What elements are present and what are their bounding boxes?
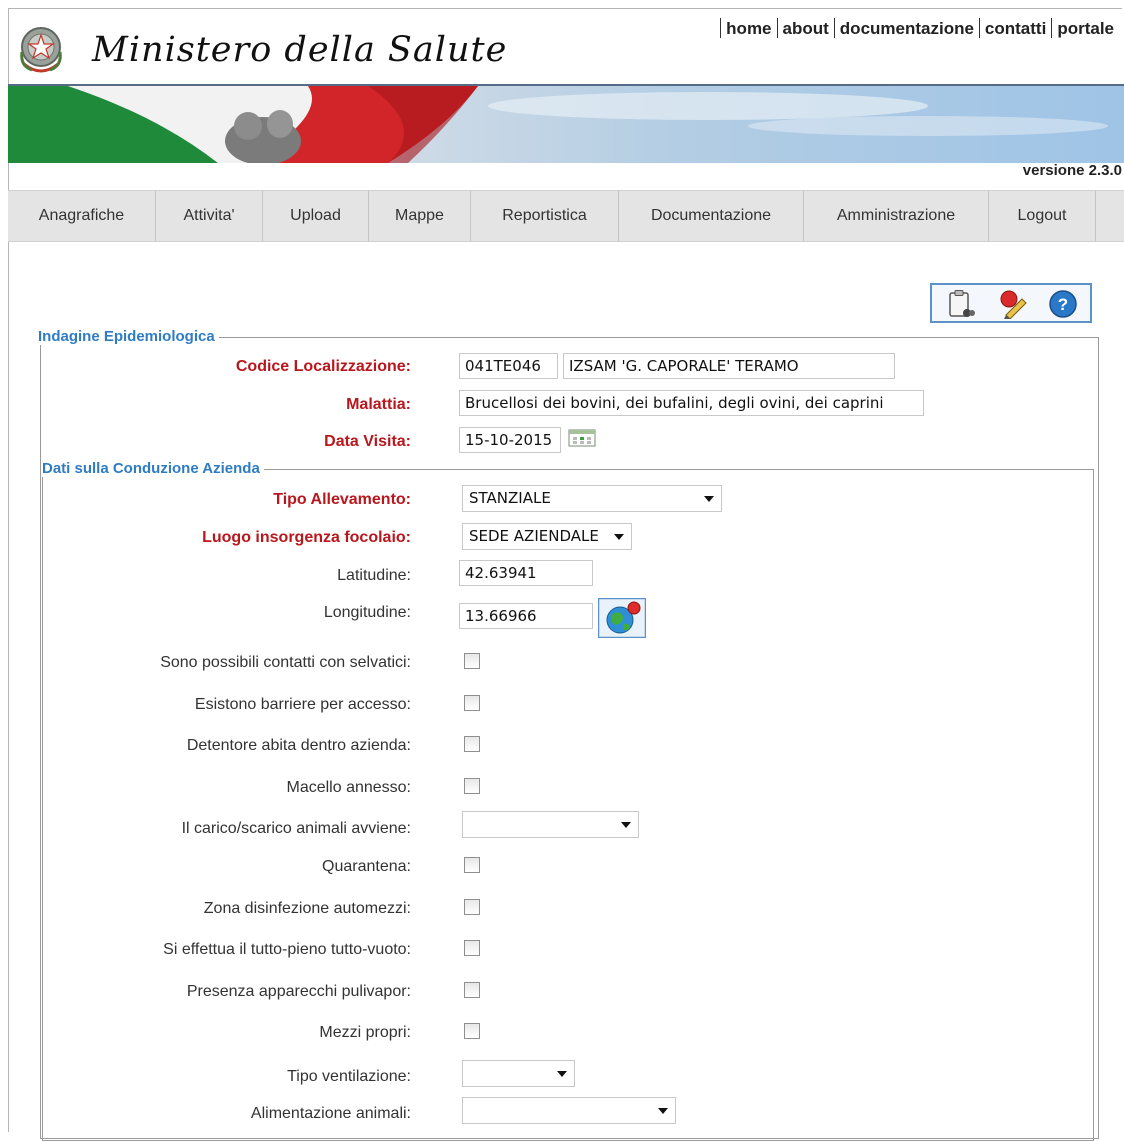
- tipo-allevamento-select[interactable]: STANZIALE: [462, 485, 722, 512]
- contatti-selvatici-checkbox[interactable]: [464, 653, 480, 669]
- tipo-allevamento-label: Tipo Allevamento:: [273, 491, 411, 508]
- link-separator: [776, 18, 778, 38]
- codice-localizzazione-label: Codice Localizzazione:: [235, 358, 411, 375]
- clipboard-icon[interactable]: [946, 289, 976, 319]
- menu-reportistica[interactable]: Reportistica: [471, 191, 619, 241]
- calendar-icon[interactable]: [568, 429, 596, 447]
- chevron-down-icon: [557, 1071, 567, 1077]
- macello-annesso-label: Macello annesso:: [286, 779, 411, 796]
- indagine-legend: Indagine Epidemiologica: [38, 328, 219, 345]
- menu-anagrafiche[interactable]: Anagrafiche: [8, 191, 156, 241]
- detentore-label: Detentore abita dentro azienda:: [186, 737, 411, 754]
- link-portale[interactable]: portale: [1057, 19, 1114, 38]
- help-glyph: ?: [1058, 295, 1068, 314]
- macello-annesso-checkbox[interactable]: [464, 778, 480, 794]
- link-separator: [720, 18, 722, 38]
- data-visita-label: Data Visita:: [324, 433, 411, 450]
- mezzi-propri-checkbox[interactable]: [464, 1023, 480, 1039]
- zona-disinfezione-checkbox[interactable]: [464, 899, 480, 915]
- top-border: [8, 8, 1122, 9]
- menu-mappe[interactable]: Mappe: [369, 191, 471, 241]
- link-about[interactable]: about: [783, 19, 829, 38]
- carico-scarico-select[interactable]: [462, 811, 639, 838]
- latitudine-input[interactable]: 42.63941: [459, 560, 593, 586]
- latitudine-label: Latitudine:: [337, 567, 411, 584]
- tutto-pieno-label: Si effettua il tutto-pieno tutto-vuoto:: [163, 941, 411, 958]
- alimentazione-select[interactable]: [462, 1097, 676, 1124]
- globe-map-icon[interactable]: [598, 598, 646, 638]
- barriere-accesso-label: Esistono barriere per accesso:: [194, 696, 411, 713]
- left-border: [8, 8, 9, 1132]
- chevron-down-icon: [614, 534, 624, 540]
- link-documentazione[interactable]: documentazione: [840, 19, 974, 38]
- banner-flag-image: [8, 86, 1108, 163]
- malattia-input[interactable]: Brucellosi dei bovini, dei bufalini, deg…: [459, 390, 924, 416]
- mezzi-propri-label: Mezzi propri:: [319, 1024, 411, 1041]
- conduzione-legend: Dati sulla Conduzione Azienda: [42, 460, 264, 477]
- tipo-ventilazione-select[interactable]: [462, 1060, 575, 1087]
- pulivapor-label: Presenza apparecchi pulivapor:: [186, 983, 411, 1000]
- luogo-insorgenza-label: Luogo insorgenza focolaio:: [202, 529, 411, 546]
- main-menu: Anagrafiche Attivita' Upload Mappe Repor…: [8, 190, 1124, 242]
- version-label: versione 2.3.0: [1022, 162, 1122, 179]
- luogo-insorgenza-select[interactable]: SEDE AZIENDALE: [462, 523, 632, 550]
- link-home[interactable]: home: [726, 19, 771, 38]
- alimentazione-label: Alimentazione animali:: [250, 1105, 411, 1122]
- longitudine-label: Longitudine:: [323, 604, 411, 621]
- malattia-label: Malattia:: [346, 396, 411, 413]
- carico-scarico-label: Il carico/scarico animali avviene:: [181, 820, 411, 837]
- link-separator: [833, 18, 835, 38]
- tipo-ventilazione-label: Tipo ventilazione:: [287, 1068, 411, 1085]
- menu-upload[interactable]: Upload: [263, 191, 369, 241]
- tutto-pieno-checkbox[interactable]: [464, 940, 480, 956]
- menu-attivita[interactable]: Attivita': [156, 191, 263, 241]
- link-separator: [1051, 18, 1053, 38]
- menu-documentazione[interactable]: Documentazione: [619, 191, 804, 241]
- luogo-insorgenza-value: SEDE AZIENDALE: [469, 527, 599, 545]
- quarantena-checkbox[interactable]: [464, 857, 480, 873]
- page: Ministero della Salute home about document…: [0, 0, 1124, 1141]
- header-banner: [8, 86, 1124, 163]
- link-separator: [978, 18, 980, 38]
- barriere-accesso-checkbox[interactable]: [464, 695, 480, 711]
- menu-amministrazione[interactable]: Amministrazione: [804, 191, 989, 241]
- codice-denominazione-input[interactable]: IZSAM 'G. CAPORALE' TERAMO: [563, 353, 895, 379]
- ministry-title: Ministero della Salute: [92, 30, 508, 70]
- top-links: home about documentazione contatti portale: [715, 18, 1114, 39]
- link-contatti[interactable]: contatti: [985, 19, 1046, 38]
- pulivapor-checkbox[interactable]: [464, 982, 480, 998]
- zona-disinfezione-label: Zona disinfezione automezzi:: [203, 900, 411, 917]
- chevron-down-icon: [658, 1108, 668, 1114]
- quarantena-label: Quarantena:: [322, 858, 411, 875]
- detentore-checkbox[interactable]: [464, 736, 480, 752]
- longitudine-input[interactable]: 13.66966: [459, 603, 593, 629]
- contatti-selvatici-label: Sono possibili contatti con selvatici:: [160, 654, 411, 671]
- emblem-icon: [20, 27, 62, 73]
- action-toolbar: ?: [930, 283, 1092, 323]
- help-icon[interactable]: ?: [1048, 289, 1078, 319]
- tipo-allevamento-value: STANZIALE: [469, 489, 551, 507]
- codice-localizzazione-input[interactable]: 041TE046: [459, 353, 558, 379]
- chevron-down-icon: [704, 496, 714, 502]
- edit-icon[interactable]: [998, 289, 1028, 319]
- data-visita-input[interactable]: 15-10-2015: [459, 427, 561, 453]
- menu-logout[interactable]: Logout: [989, 191, 1096, 241]
- chevron-down-icon: [621, 822, 631, 828]
